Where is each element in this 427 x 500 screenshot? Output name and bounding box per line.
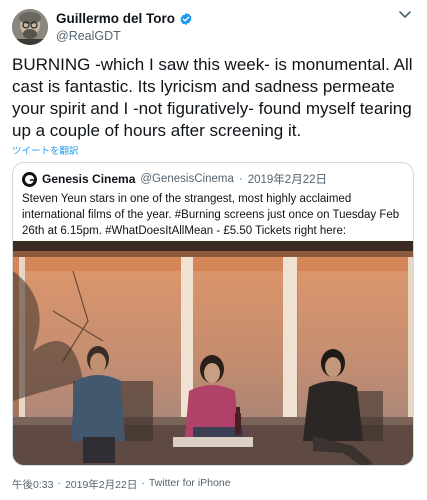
quoted-meta-separator: · bbox=[238, 173, 243, 185]
quoted-author-handle: @GenesisCinema bbox=[140, 173, 234, 185]
quoted-tweet[interactable]: Genesis Cinema @GenesisCinema · 2019年2月2… bbox=[12, 162, 414, 466]
verified-badge-icon bbox=[179, 12, 193, 26]
tweet-source[interactable]: Twitter for iPhone bbox=[149, 477, 231, 492]
author-handle[interactable]: @RealGDT bbox=[56, 29, 193, 43]
tweet-footer: 午後0:33 · 2019年2月22日 · Twitter for iPhone bbox=[12, 477, 231, 492]
chevron-down-icon[interactable] bbox=[397, 10, 413, 22]
quoted-tweet-image[interactable] bbox=[13, 241, 413, 465]
tweet-date[interactable]: 2019年2月22日 bbox=[65, 477, 137, 492]
tweet-text: BURNING -which I saw this week- is monum… bbox=[12, 55, 413, 140]
footer-separator: · bbox=[57, 477, 61, 489]
tweet-time[interactable]: 午後0:33 bbox=[12, 477, 53, 492]
quoted-tweet-header: Genesis Cinema @GenesisCinema · 2019年2月2… bbox=[22, 171, 327, 187]
author-name[interactable]: Guillermo del Toro bbox=[56, 11, 175, 26]
footer-separator: · bbox=[141, 477, 145, 489]
author-info: Guillermo del Toro @RealGDT bbox=[56, 11, 193, 43]
quoted-date: 2019年2月22日 bbox=[247, 174, 327, 186]
tweet-card: Guillermo del Toro @RealGDT BURNING -whi… bbox=[0, 0, 427, 500]
author-avatar[interactable] bbox=[12, 9, 48, 45]
translate-tweet-link[interactable]: ツイートを翻訳 bbox=[12, 143, 79, 157]
quoted-author-avatar bbox=[22, 171, 37, 187]
quoted-author-name: Genesis Cinema bbox=[42, 172, 136, 186]
